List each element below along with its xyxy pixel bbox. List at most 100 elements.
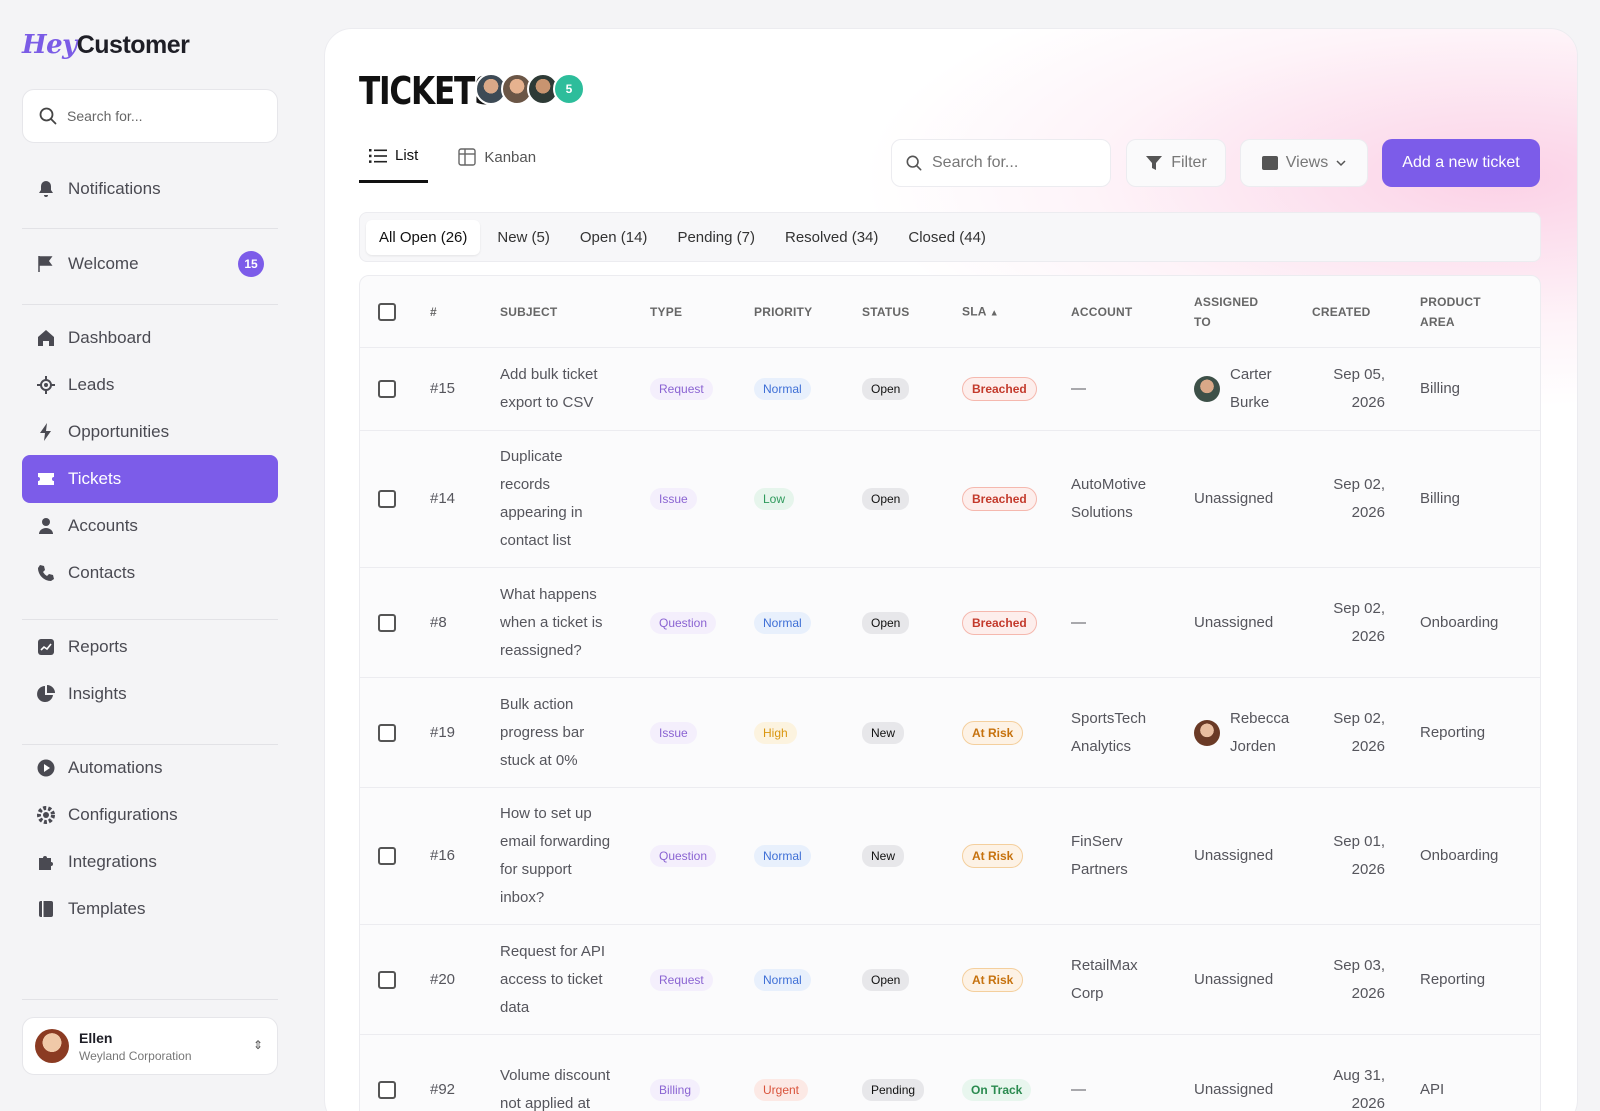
target-icon: [36, 375, 56, 395]
filter-label: Filter: [1171, 154, 1207, 171]
ticket-id[interactable]: #20: [430, 966, 455, 994]
tab-kanban[interactable]: Kanban: [448, 147, 546, 183]
col-status[interactable]: STATUS: [862, 302, 909, 322]
subject-line: not applied at: [500, 1094, 591, 1111]
col-account[interactable]: ACCOUNT: [1071, 302, 1132, 322]
row-checkbox[interactable]: [378, 1080, 396, 1099]
book-icon: [36, 899, 56, 919]
product-area: Reporting: [1420, 970, 1486, 988]
product-area: Reporting: [1420, 723, 1486, 741]
views-dropdown[interactable]: Views: [1240, 139, 1368, 187]
sidebar-search-input[interactable]: [67, 108, 247, 124]
row-checkbox[interactable]: [378, 490, 396, 508]
sidebar-item-integrations[interactable]: Integrations: [22, 838, 278, 886]
sidebar-item-insights[interactable]: Insights: [22, 670, 278, 718]
table-row[interactable]: #14 Duplicate records appearing in contact l…: [360, 431, 1540, 568]
col-created[interactable]: CREATED: [1312, 302, 1371, 322]
select-all-checkbox[interactable]: [378, 302, 396, 321]
table-row[interactable]: #92 Volume discount not applied at Billing U…: [360, 1035, 1540, 1111]
status-tab[interactable]: Resolved (34): [772, 220, 891, 255]
sidebar-item-welcome[interactable]: Welcome 15: [22, 240, 278, 288]
ticket-subject[interactable]: Bulk action progress bar stuck at 0%: [500, 691, 630, 775]
assignee[interactable]: Rebecca Jorden: [1194, 705, 1289, 761]
table-row[interactable]: #15 Add bulk ticket export to CSV Request No…: [360, 348, 1540, 431]
ticket-id[interactable]: #16: [430, 842, 455, 870]
account-name[interactable]: —: [1071, 1076, 1086, 1104]
sidebar-item-automations[interactable]: Automations: [22, 744, 278, 792]
team-avatars[interactable]: 5: [475, 73, 585, 105]
user-switcher[interactable]: Ellen Weyland Corporation ⇕: [22, 1017, 278, 1075]
account-name[interactable]: —: [1071, 609, 1086, 637]
ticket-icon: [36, 469, 56, 489]
account-name[interactable]: SportsTech Analytics: [1071, 705, 1146, 761]
ticket-id[interactable]: #14: [430, 485, 455, 513]
sidebar-item-templates[interactable]: Templates: [22, 885, 278, 933]
sidebar-item-reports[interactable]: Reports: [22, 623, 278, 671]
ticket-search[interactable]: [891, 139, 1111, 187]
sidebar-item-contacts[interactable]: Contacts: [22, 549, 278, 597]
avatar: [1194, 376, 1220, 402]
sidebar-item-dashboard[interactable]: Dashboard: [22, 314, 278, 362]
assignee-name: Unassigned: [1194, 1080, 1274, 1098]
sidebar-item-accounts[interactable]: Accounts: [22, 502, 278, 550]
row-checkbox[interactable]: [378, 970, 396, 989]
ticket-id[interactable]: #19: [430, 719, 455, 747]
col-assigned[interactable]: ASSIGNED TO: [1194, 292, 1258, 332]
table-row[interactable]: #19 Bulk action progress bar stuck at 0% Iss…: [360, 678, 1540, 788]
ticket-subject[interactable]: Volume discount not applied at: [500, 1062, 630, 1111]
sidebar-item-leads[interactable]: Leads: [22, 361, 278, 409]
row-checkbox[interactable]: [378, 723, 396, 742]
sidebar-item-label: Opportunities: [68, 422, 170, 441]
ticket-subject[interactable]: What happens when a ticket is reassigned?: [500, 581, 630, 665]
ticket-search-input[interactable]: [932, 154, 1092, 172]
col-sla[interactable]: SLA ▲: [962, 301, 999, 322]
brand-logo[interactable]: Hey Customer: [22, 30, 190, 70]
account-name[interactable]: FinServ Partners: [1071, 828, 1128, 884]
assignee[interactable]: Unassigned: [1194, 609, 1273, 637]
row-checkbox[interactable]: [378, 380, 396, 398]
row-checkbox[interactable]: [378, 613, 396, 632]
col-type[interactable]: TYPE: [650, 302, 682, 322]
chart-icon: [36, 637, 56, 657]
ticket-subject[interactable]: How to set up email forwarding for support…: [500, 800, 630, 912]
subject-line: progress bar: [500, 723, 585, 741]
created-line: 2026: [1351, 1094, 1385, 1111]
status-tab[interactable]: All Open (26): [366, 219, 481, 255]
col-subject[interactable]: SUBJECT: [500, 302, 557, 322]
ticket-id[interactable]: #15: [430, 375, 455, 403]
col-priority[interactable]: PRIORITY: [754, 302, 812, 322]
ticket-subject[interactable]: Request for API access to ticket data: [500, 938, 630, 1022]
add-ticket-button[interactable]: Add a new ticket: [1382, 139, 1540, 187]
account-name[interactable]: RetailMax Corp: [1071, 952, 1138, 1008]
sidebar-item-notifications[interactable]: Notifications: [22, 165, 278, 213]
row-checkbox[interactable]: [378, 847, 396, 865]
tab-list[interactable]: List: [359, 147, 429, 183]
ticket-id[interactable]: #92: [430, 1076, 455, 1104]
table-row[interactable]: #8 What happens when a ticket is reassigned…: [360, 568, 1540, 678]
status-tab[interactable]: New (5): [484, 220, 563, 255]
phone-icon: [36, 563, 56, 583]
assignee[interactable]: Unassigned: [1194, 1076, 1273, 1104]
assignee[interactable]: Unassigned: [1194, 966, 1273, 994]
sidebar-search[interactable]: [22, 89, 278, 143]
status-tab[interactable]: Pending (7): [664, 220, 768, 255]
table-row[interactable]: #20 Request for API access to ticket data Re…: [360, 925, 1540, 1035]
col-product-area[interactable]: PRODUCT AREA: [1420, 292, 1481, 332]
ticket-subject[interactable]: Duplicate records appearing in contact list: [500, 443, 630, 555]
priority-badge: Normal: [754, 845, 811, 867]
col-id[interactable]: #: [430, 302, 437, 322]
ticket-subject[interactable]: Add bulk ticket export to CSV: [500, 361, 630, 417]
ticket-id[interactable]: #8: [430, 609, 447, 637]
assignee[interactable]: Unassigned: [1194, 842, 1273, 870]
sidebar-item-tickets[interactable]: Tickets: [22, 455, 278, 503]
table-row[interactable]: #16 How to set up email forwarding for supp…: [360, 788, 1540, 925]
sidebar-item-opportunities[interactable]: Opportunities: [22, 408, 278, 456]
assignee[interactable]: Carter Burke: [1194, 361, 1272, 417]
filter-button[interactable]: Filter: [1126, 139, 1226, 187]
account-name[interactable]: —: [1071, 375, 1086, 403]
assignee[interactable]: Unassigned: [1194, 485, 1273, 513]
status-tab[interactable]: Closed (44): [895, 220, 999, 255]
account-name[interactable]: AutoMotive Solutions: [1071, 471, 1146, 527]
status-tab[interactable]: Open (14): [567, 220, 661, 255]
sidebar-item-configurations[interactable]: Configurations: [22, 791, 278, 839]
